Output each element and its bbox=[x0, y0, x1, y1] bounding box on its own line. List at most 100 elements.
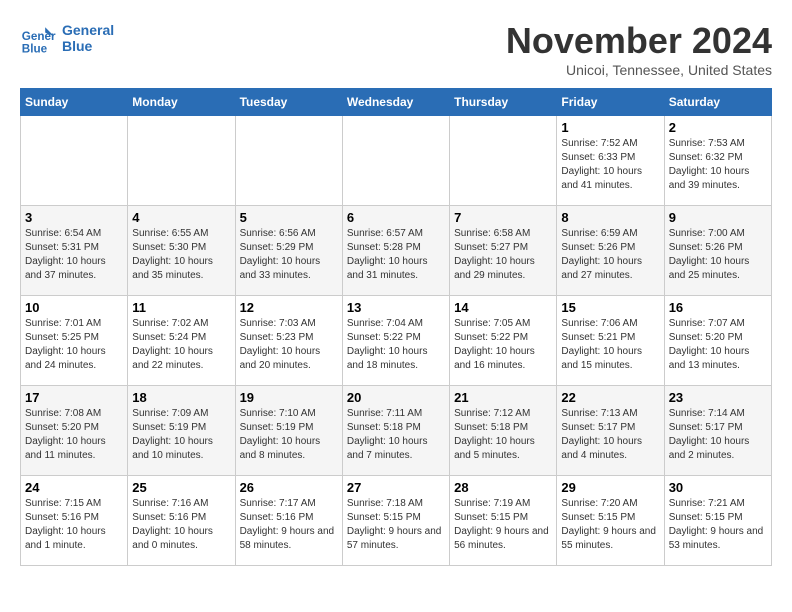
day-number: 26 bbox=[240, 480, 338, 495]
day-number: 11 bbox=[132, 300, 230, 315]
day-number: 28 bbox=[454, 480, 552, 495]
day-number: 9 bbox=[669, 210, 767, 225]
day-number: 5 bbox=[240, 210, 338, 225]
day-info: Sunrise: 7:05 AM Sunset: 5:22 PM Dayligh… bbox=[454, 317, 552, 373]
day-cell: 17 Sunrise: 7:08 AM Sunset: 5:20 PM Dayli… bbox=[21, 386, 128, 476]
day-cell: 13 Sunrise: 7:04 AM Sunset: 5:22 PM Dayli… bbox=[342, 296, 449, 386]
day-info: Sunrise: 7:18 AM Sunset: 5:15 PM Dayligh… bbox=[347, 497, 445, 553]
day-info: Sunrise: 6:58 AM Sunset: 5:27 PM Dayligh… bbox=[454, 227, 552, 283]
day-info: Sunrise: 7:52 AM Sunset: 6:33 PM Dayligh… bbox=[561, 137, 659, 193]
day-info: Sunrise: 7:13 AM Sunset: 5:17 PM Dayligh… bbox=[561, 407, 659, 463]
day-info: Sunrise: 6:57 AM Sunset: 5:28 PM Dayligh… bbox=[347, 227, 445, 283]
day-cell: 1 Sunrise: 7:52 AM Sunset: 6:33 PM Daylig… bbox=[557, 116, 664, 206]
day-number: 14 bbox=[454, 300, 552, 315]
day-number: 15 bbox=[561, 300, 659, 315]
day-number: 20 bbox=[347, 390, 445, 405]
day-cell: 18 Sunrise: 7:09 AM Sunset: 5:19 PM Dayli… bbox=[128, 386, 235, 476]
week-row-4: 17 Sunrise: 7:08 AM Sunset: 5:20 PM Dayli… bbox=[21, 386, 772, 476]
weekday-header-wednesday: Wednesday bbox=[342, 89, 449, 116]
day-number: 24 bbox=[25, 480, 123, 495]
day-cell: 25Sunrise: 7:16 AM Sunset: 5:16 PM Dayli… bbox=[128, 476, 235, 566]
day-info: Sunrise: 7:04 AM Sunset: 5:22 PM Dayligh… bbox=[347, 317, 445, 373]
day-number: 6 bbox=[347, 210, 445, 225]
day-cell: 27 Sunrise: 7:18 AM Sunset: 5:15 PM Dayli… bbox=[342, 476, 449, 566]
day-info: Sunrise: 6:54 AM Sunset: 5:31 PM Dayligh… bbox=[25, 227, 123, 283]
weekday-header-thursday: Thursday bbox=[450, 89, 557, 116]
day-number: 3 bbox=[25, 210, 123, 225]
day-cell: 4 Sunrise: 6:55 AM Sunset: 5:30 PM Daylig… bbox=[128, 206, 235, 296]
day-number: 23 bbox=[669, 390, 767, 405]
day-cell: 5 Sunrise: 6:56 AM Sunset: 5:29 PM Daylig… bbox=[235, 206, 342, 296]
svg-text:General: General bbox=[22, 30, 56, 43]
day-info: Sunrise: 6:56 AM Sunset: 5:29 PM Dayligh… bbox=[240, 227, 338, 283]
day-cell: 24Sunrise: 7:15 AM Sunset: 5:16 PM Dayli… bbox=[21, 476, 128, 566]
page-header: General Blue General Blue November 2024 … bbox=[20, 20, 772, 78]
day-cell: 19 Sunrise: 7:10 AM Sunset: 5:19 PM Dayli… bbox=[235, 386, 342, 476]
day-info: Sunrise: 7:09 AM Sunset: 5:19 PM Dayligh… bbox=[132, 407, 230, 463]
day-number: 29 bbox=[561, 480, 659, 495]
logo-line1: General bbox=[62, 22, 114, 38]
day-number: 27 bbox=[347, 480, 445, 495]
day-cell: 2 Sunrise: 7:53 AM Sunset: 6:32 PM Daylig… bbox=[664, 116, 771, 206]
logo-text: General Blue bbox=[62, 22, 114, 54]
month-title: November 2024 bbox=[506, 20, 772, 62]
day-number: 22 bbox=[561, 390, 659, 405]
day-number: 2 bbox=[669, 120, 767, 135]
day-cell: 6 Sunrise: 6:57 AM Sunset: 5:28 PM Daylig… bbox=[342, 206, 449, 296]
day-cell: 23 Sunrise: 7:14 AM Sunset: 5:17 PM Dayli… bbox=[664, 386, 771, 476]
day-number: 16 bbox=[669, 300, 767, 315]
logo-line2: Blue bbox=[62, 38, 114, 54]
title-section: November 2024 Unicoi, Tennessee, United … bbox=[506, 20, 772, 78]
location: Unicoi, Tennessee, United States bbox=[506, 62, 772, 78]
day-cell: 28Sunrise: 7:19 AM Sunset: 5:15 PM Dayli… bbox=[450, 476, 557, 566]
day-info: Sunrise: 7:10 AM Sunset: 5:19 PM Dayligh… bbox=[240, 407, 338, 463]
day-number: 25 bbox=[132, 480, 230, 495]
day-info: Sunrise: 7:11 AM Sunset: 5:18 PM Dayligh… bbox=[347, 407, 445, 463]
weekday-header-saturday: Saturday bbox=[664, 89, 771, 116]
day-cell: 20 Sunrise: 7:11 AM Sunset: 5:18 PM Dayli… bbox=[342, 386, 449, 476]
weekday-header-sunday: Sunday bbox=[21, 89, 128, 116]
day-number: 18 bbox=[132, 390, 230, 405]
day-info: Sunrise: 7:06 AM Sunset: 5:21 PM Dayligh… bbox=[561, 317, 659, 373]
day-cell bbox=[128, 116, 235, 206]
day-number: 8 bbox=[561, 210, 659, 225]
day-info: Sunrise: 7:07 AM Sunset: 5:20 PM Dayligh… bbox=[669, 317, 767, 373]
day-cell bbox=[450, 116, 557, 206]
logo: General Blue General Blue bbox=[20, 20, 114, 56]
day-number: 1 bbox=[561, 120, 659, 135]
day-info: Sunrise: 7:02 AM Sunset: 5:24 PM Dayligh… bbox=[132, 317, 230, 373]
day-number: 21 bbox=[454, 390, 552, 405]
day-info: Sunrise: 7:12 AM Sunset: 5:18 PM Dayligh… bbox=[454, 407, 552, 463]
day-number: 30 bbox=[669, 480, 767, 495]
day-number: 17 bbox=[25, 390, 123, 405]
week-row-1: 1 Sunrise: 7:52 AM Sunset: 6:33 PM Daylig… bbox=[21, 116, 772, 206]
day-number: 7 bbox=[454, 210, 552, 225]
day-number: 10 bbox=[25, 300, 123, 315]
day-cell: 14 Sunrise: 7:05 AM Sunset: 5:22 PM Dayli… bbox=[450, 296, 557, 386]
day-number: 13 bbox=[347, 300, 445, 315]
day-info: Sunrise: 6:55 AM Sunset: 5:30 PM Dayligh… bbox=[132, 227, 230, 283]
day-info: Sunrise: 7:14 AM Sunset: 5:17 PM Dayligh… bbox=[669, 407, 767, 463]
day-cell: 9Sunrise: 7:00 AM Sunset: 5:26 PM Daylig… bbox=[664, 206, 771, 296]
day-cell: 16 Sunrise: 7:07 AM Sunset: 5:20 PM Dayli… bbox=[664, 296, 771, 386]
day-info: Sunrise: 7:20 AM Sunset: 5:15 PM Dayligh… bbox=[561, 497, 659, 553]
day-info: Sunrise: 7:01 AM Sunset: 5:25 PM Dayligh… bbox=[25, 317, 123, 373]
week-row-3: 10 Sunrise: 7:01 AM Sunset: 5:25 PM Dayli… bbox=[21, 296, 772, 386]
day-cell bbox=[342, 116, 449, 206]
day-number: 12 bbox=[240, 300, 338, 315]
day-cell: 12Sunrise: 7:03 AM Sunset: 5:23 PM Dayli… bbox=[235, 296, 342, 386]
day-cell: 11 Sunrise: 7:02 AM Sunset: 5:24 PM Dayli… bbox=[128, 296, 235, 386]
weekday-header-friday: Friday bbox=[557, 89, 664, 116]
svg-text:Blue: Blue bbox=[22, 42, 48, 55]
day-info: Sunrise: 7:53 AM Sunset: 6:32 PM Dayligh… bbox=[669, 137, 767, 193]
logo-icon: General Blue bbox=[20, 20, 56, 56]
day-number: 4 bbox=[132, 210, 230, 225]
day-info: Sunrise: 6:59 AM Sunset: 5:26 PM Dayligh… bbox=[561, 227, 659, 283]
week-row-2: 3 Sunrise: 6:54 AM Sunset: 5:31 PM Daylig… bbox=[21, 206, 772, 296]
day-cell: 15 Sunrise: 7:06 AM Sunset: 5:21 PM Dayli… bbox=[557, 296, 664, 386]
day-cell bbox=[21, 116, 128, 206]
day-cell: 10 Sunrise: 7:01 AM Sunset: 5:25 PM Dayli… bbox=[21, 296, 128, 386]
week-row-5: 24Sunrise: 7:15 AM Sunset: 5:16 PM Dayli… bbox=[21, 476, 772, 566]
day-number: 19 bbox=[240, 390, 338, 405]
day-info: Sunrise: 7:08 AM Sunset: 5:20 PM Dayligh… bbox=[25, 407, 123, 463]
